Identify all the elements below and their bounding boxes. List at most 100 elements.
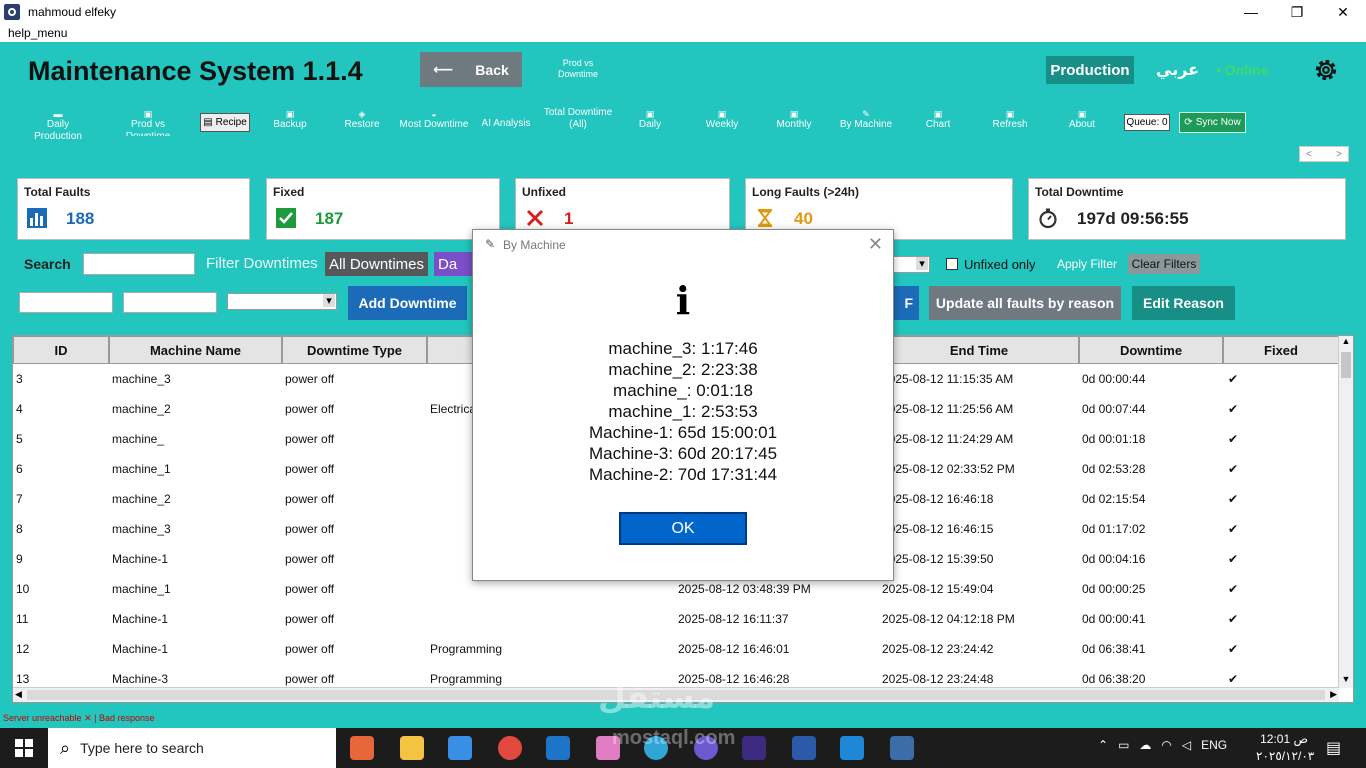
sync-now-button[interactable]: ⟳ Sync Now [1179, 112, 1246, 133]
store-icon[interactable] [448, 736, 472, 760]
file-explorer-icon[interactable] [400, 736, 424, 760]
cloud-icon[interactable]: ☁ [1139, 738, 1151, 752]
toolbar-total-downtime-all[interactable]: Total Downtime (All) [542, 107, 614, 138]
table-cell: 2025-08-12 23:24:48 [882, 672, 994, 686]
table-cell: 12 [16, 642, 30, 656]
all-downtimes-button[interactable]: All Downtimes [325, 252, 428, 276]
prod-vs-downtime-link[interactable]: Prod vs Downtime [552, 58, 604, 80]
python-icon[interactable] [890, 736, 914, 760]
info-icon: i [675, 278, 691, 323]
toolbar-most-downtime[interactable]: ◒ Most Downtime [398, 108, 470, 131]
language-indicator[interactable]: ENG [1201, 738, 1227, 752]
dialog-line: Machine-2: 70d 17:31:44 [588, 465, 778, 484]
pager-next-button[interactable]: > [1336, 149, 1342, 160]
gear-icon[interactable] [1312, 56, 1340, 84]
ok-button[interactable]: OK [619, 512, 747, 545]
long-faults-value: 40 [794, 209, 813, 228]
wifi-icon[interactable]: ◠ [1161, 738, 1171, 752]
maximize-button[interactable]: ❐ [1274, 0, 1320, 24]
battery-icon[interactable]: ▭ [1118, 738, 1129, 752]
column-header[interactable]: ID [13, 336, 109, 364]
toolbar-chart[interactable]: ▣ Chart [902, 108, 974, 131]
search-icon: ⌕ [60, 737, 71, 758]
table-cell: 8 [16, 522, 23, 536]
table-cell: power off [285, 612, 335, 626]
toolbar-daily-production[interactable]: ▬ Daily Production [22, 108, 94, 143]
edit-reason-button[interactable]: Edit Reason [1132, 286, 1235, 320]
table-vertical-scrollbar[interactable]: ▲ ▼ [1338, 336, 1353, 688]
column-header[interactable]: End Time [879, 336, 1079, 364]
back-button[interactable]: ⟵ Back [420, 52, 522, 87]
scroll-down-icon[interactable]: ▼ [1339, 674, 1353, 688]
chevron-up-icon[interactable]: ⌃ [1098, 738, 1108, 752]
volume-icon[interactable]: ◁ [1182, 738, 1191, 752]
production-button[interactable]: Production [1046, 56, 1134, 84]
menu-help[interactable]: help_menu [8, 26, 67, 40]
outlook-icon[interactable] [546, 736, 570, 760]
toolbar-ai-analysis[interactable]: AI Analysis [470, 118, 542, 130]
column-header[interactable]: Downtime [1079, 336, 1223, 364]
table-cell: 13 [16, 672, 30, 686]
notification-icon[interactable]: ▤ [1326, 738, 1341, 758]
recipe-button[interactable]: ▤ Recipe [200, 113, 250, 132]
column-header[interactable]: Fixed [1223, 336, 1339, 364]
language-toggle[interactable]: عربي [1156, 60, 1199, 80]
close-window-button[interactable]: ✕ [1320, 0, 1366, 24]
scroll-left-icon[interactable]: ◀ [15, 689, 22, 700]
update-all-faults-button[interactable]: Update all faults by reason [929, 286, 1121, 320]
dialog-line: machine_2: 2:23:38 [608, 360, 758, 379]
column-header[interactable]: Downtime Type [282, 336, 427, 364]
table-cell: 10 [16, 582, 30, 596]
toolbar-restore[interactable]: ◈ Restore [326, 108, 398, 131]
search-input[interactable] [83, 253, 195, 275]
unfixed-only-checkbox[interactable] [946, 258, 958, 270]
scroll-right-icon[interactable]: ▶ [1330, 689, 1337, 700]
pager-prev-button[interactable]: < [1306, 149, 1312, 160]
table-cell: 2025-08-12 04:12:18 PM [882, 612, 1015, 626]
close-icon[interactable]: ✕ [868, 234, 883, 255]
windows-start-button[interactable] [0, 728, 48, 768]
toolbar-by-machine[interactable]: ✎ By Machine [830, 108, 902, 131]
daily-filter-button[interactable]: Da [434, 252, 474, 276]
table-cell: 0d 00:00:41 [1082, 612, 1146, 626]
apply-filter-button[interactable]: Apply Filter [1057, 257, 1117, 271]
card-fixed: Fixed 187 [266, 178, 500, 240]
vscode-icon[interactable] [840, 736, 864, 760]
chrome-icon[interactable] [498, 736, 522, 760]
search-placeholder: Type here to search [80, 740, 204, 756]
table-cell: ✔ [1228, 612, 1239, 626]
powershell-icon[interactable] [792, 736, 816, 760]
scroll-up-icon[interactable]: ▲ [1339, 336, 1353, 350]
machine-input[interactable] [19, 292, 113, 313]
card-total-faults: Total Faults 188 [17, 178, 250, 240]
minimize-button[interactable]: — [1228, 0, 1274, 24]
toolbar-daily[interactable]: ▣ Daily [614, 108, 686, 131]
table-row[interactable]: 12 Machine-1 power off Programming 2025-08-1… [13, 634, 1339, 664]
toolbar-refresh[interactable]: ▣ Refresh [974, 108, 1046, 131]
dialog-line: machine_1: 2:53:53 [608, 402, 758, 421]
copilot-icon[interactable] [350, 736, 374, 760]
clock-time: 12:01 ص [1260, 732, 1308, 746]
table-row[interactable]: 11 Machine-1 power off 2025-08-12 16:11:37 2… [13, 604, 1339, 634]
toolbar-monthly[interactable]: ▣ Monthly [758, 108, 830, 131]
clear-filters-button[interactable]: Clear Filters [1128, 254, 1200, 274]
toolbar-backup[interactable]: ▣ Backup [254, 108, 326, 131]
online-status: • Online [1216, 62, 1269, 78]
scroll-thumb[interactable] [1341, 352, 1351, 378]
stopwatch-icon [1039, 208, 1057, 229]
filter-combobox[interactable] [893, 256, 930, 273]
taskbar-search-box[interactable]: ⌕ Type here to search [48, 728, 336, 768]
toolbar-about[interactable]: ▣ About [1046, 108, 1118, 131]
toolbar-weekly[interactable]: ▣ Weekly [686, 108, 758, 131]
add-downtime-button[interactable]: Add Downtime [348, 286, 467, 320]
table-cell: power off [285, 492, 335, 506]
reason-combobox[interactable] [227, 293, 337, 310]
teams-icon[interactable] [742, 736, 766, 760]
bar-chart-icon [27, 208, 47, 228]
type-input[interactable] [123, 292, 217, 313]
column-header[interactable]: Machine Name [109, 336, 282, 364]
toolbar-prod-vs-downtime[interactable]: ▣Prod vs Downtime [112, 108, 184, 136]
taskbar-clock[interactable]: 12:01 ص ٢٠٢٥/١٢/٠٣ [1256, 731, 1314, 765]
fixed-value: 187 [315, 209, 344, 228]
queue-indicator: Queue: 0 [1124, 114, 1170, 131]
